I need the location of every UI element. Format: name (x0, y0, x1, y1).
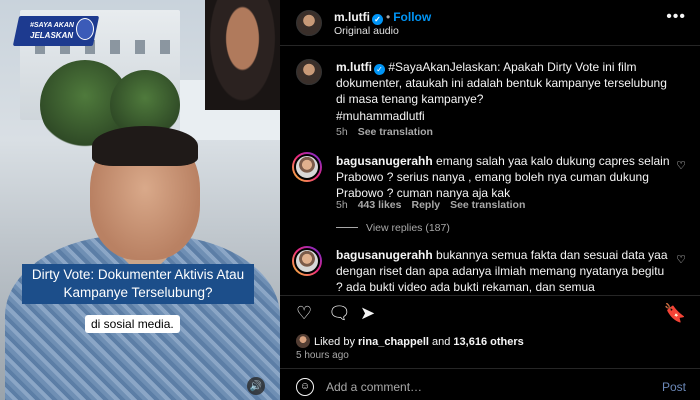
comment-like-icon[interactable]: ♡ (676, 253, 686, 266)
separator-dot: • (386, 10, 391, 24)
liker-username[interactable]: rina_chappell (358, 336, 429, 348)
caption-username[interactable]: m.lutfi (336, 60, 372, 74)
post-panel: m.lutfi ✓ • Follow Original audio ••• m.lut… (280, 0, 700, 400)
comment-avatar[interactable] (292, 246, 322, 276)
logo-line-2: JELASKAN (30, 31, 74, 40)
logo-line-1: #SAYA AKAN (30, 22, 74, 29)
comment-likes[interactable]: 443 likes (358, 199, 402, 211)
post-header: m.lutfi ✓ • Follow Original audio ••• (280, 0, 700, 46)
likes-summary: Liked by rina_chappell and 13,616 others (296, 334, 524, 348)
speaker-hair (92, 126, 198, 166)
add-comment-row: ☺ Post (280, 372, 700, 400)
reply-button[interactable]: Reply (411, 199, 440, 211)
post-comment-button[interactable]: Post (662, 380, 686, 394)
follow-button[interactable]: Follow (393, 10, 431, 24)
likes-count[interactable]: 13,616 others (453, 336, 523, 348)
divider (280, 368, 700, 369)
comment-avatar[interactable] (292, 152, 322, 182)
share-icon[interactable]: ➤ (360, 303, 375, 323)
comment-like-icon[interactable]: ♡ (676, 159, 686, 172)
bookmark-icon[interactable]: 🔖 (664, 303, 686, 323)
comment-icon[interactable]: 🗨 (328, 303, 351, 323)
author-avatar[interactable] (296, 10, 322, 36)
likes-prefix: Liked by (314, 336, 359, 348)
volume-icon[interactable]: 🔊 (247, 377, 265, 395)
divider (280, 295, 700, 296)
comment-username[interactable]: bagusanugerahh (336, 154, 433, 168)
comment-see-translation[interactable]: See translation (450, 199, 525, 211)
emoji-icon[interactable]: ☺ (296, 378, 314, 396)
post-time-ago: 5 hours ago (296, 350, 349, 361)
comment-meta: 5h 443 likes Reply See translation (336, 199, 535, 211)
comment-2: bagusanugerahh bukannya semua fakta dan … (336, 247, 671, 294)
post-caption: m.lutfi ✓ #SayaAkanJelaskan: Apakah Dirty… (336, 59, 676, 107)
comment-username[interactable]: bagusanugerahh (336, 248, 433, 262)
video-player[interactable]: #SAYA AKAN JELASKAN Dirty Vote: Dokument… (0, 0, 280, 400)
caption-text: #SayaAkanJelaskan: Apakah Dirty Vote ini… (336, 60, 667, 106)
channel-logo: #SAYA AKAN JELASKAN (12, 16, 100, 46)
video-caption-banner: Dirty Vote: Dokumenter Aktivis Atau Kamp… (22, 264, 254, 304)
verified-badge-icon: ✓ (374, 64, 385, 75)
liker-avatar (296, 334, 310, 348)
likes-middle: and (428, 336, 454, 348)
view-replies-button[interactable]: View replies (187) (336, 222, 450, 234)
caption-meta: 5h See translation (336, 126, 443, 138)
heart-icon[interactable]: ♡ (296, 303, 312, 323)
replies-line (336, 227, 358, 228)
caption-hashtag[interactable]: #muhammadlutfi (336, 109, 425, 123)
logo-avatar (76, 18, 94, 40)
caption-author-avatar[interactable] (296, 59, 322, 85)
comment-time: 5h (336, 199, 348, 211)
background-person (205, 0, 280, 110)
video-subtitle: di sosial media. (85, 315, 180, 333)
action-bar: ♡ 🗨 ➤ 🔖 (280, 300, 700, 330)
more-options-icon[interactable]: ••• (666, 8, 686, 26)
view-replies-label: View replies (187) (366, 222, 450, 234)
caption-time: 5h (336, 126, 348, 138)
audio-link[interactable]: Original audio (334, 25, 399, 37)
header-user-line: m.lutfi ✓ • Follow (334, 10, 431, 25)
comment-1: bagusanugerahh emang salah yaa kalo duku… (336, 153, 671, 201)
verified-badge-icon: ✓ (372, 14, 383, 25)
author-username[interactable]: m.lutfi (334, 10, 370, 24)
comments-list[interactable]: m.lutfi ✓ #SayaAkanJelaskan: Apakah Dirty… (280, 47, 700, 294)
caption-see-translation[interactable]: See translation (358, 126, 433, 138)
add-comment-input[interactable] (326, 378, 626, 396)
